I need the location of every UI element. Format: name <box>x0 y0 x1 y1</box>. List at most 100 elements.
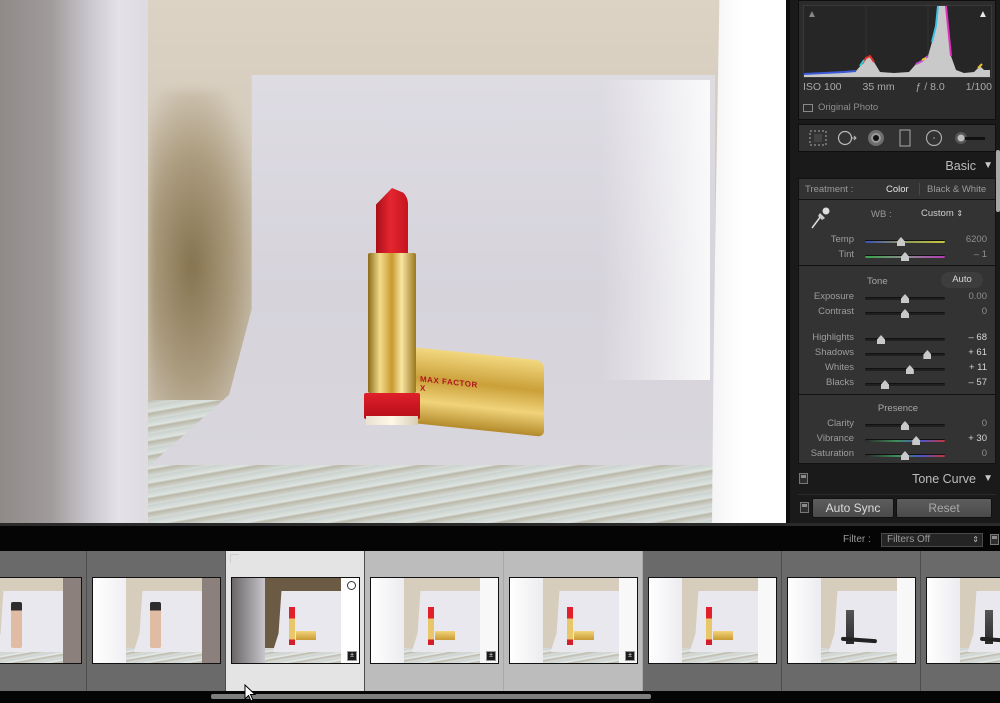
filmstrip-thumbnail[interactable] <box>648 577 777 664</box>
slider-value[interactable]: + 30 <box>968 433 987 444</box>
wb-select[interactable]: Custom ⇕ <box>921 208 963 219</box>
contrast-slider[interactable] <box>865 309 945 318</box>
thumb-lipstick-cap <box>434 630 455 640</box>
saturation-slider[interactable] <box>865 451 945 460</box>
thumb-paper <box>411 590 486 652</box>
filmstrip-thumbnail[interactable] <box>926 577 1000 664</box>
slider-value[interactable]: + 11 <box>969 362 987 373</box>
treatment-color-option[interactable]: Color <box>886 184 909 195</box>
radial-filter-icon[interactable] <box>924 128 944 148</box>
shadows-slider[interactable] <box>865 350 945 359</box>
original-photo-toggle[interactable]: Original Photo <box>803 102 878 113</box>
auto-tone-button[interactable]: Auto <box>941 272 983 288</box>
filmstrip-thumbnail[interactable] <box>0 577 82 664</box>
histogram-curve <box>804 6 990 77</box>
filmstrip-cell[interactable] <box>782 551 921 691</box>
rotate-circle-icon[interactable] <box>347 581 356 590</box>
slider-row-vibrance: Vibrance + 30 <box>799 433 997 447</box>
adjustment-brush-icon[interactable] <box>953 128 987 148</box>
tone-curve-toggle[interactable] <box>799 473 808 484</box>
basic-panel-header[interactable]: Basic ▼ <box>798 155 996 177</box>
lipstick-tube <box>368 253 416 393</box>
thumb-left-board <box>927 578 961 663</box>
slider-thumb[interactable] <box>897 237 905 246</box>
develop-panel: ▲ ▲ ISO 100 35 mm ƒ / 8.0 1/100 Original… <box>786 0 1000 523</box>
filter-select[interactable]: Filters Off ⇕ <box>881 533 983 547</box>
filmstrip-cell[interactable]: ± <box>504 551 643 691</box>
filmstrip-cell[interactable] <box>643 551 782 691</box>
slider-thumb[interactable] <box>881 380 889 389</box>
filmstrip-cell[interactable] <box>921 551 1000 691</box>
filmstrip-thumbnail[interactable] <box>787 577 916 664</box>
slider-thumb[interactable] <box>901 252 909 261</box>
panel-scrollbar[interactable] <box>996 150 1000 212</box>
slider-thumb[interactable] <box>901 294 909 303</box>
filmstrip-thumbnail[interactable]: ± <box>231 577 360 664</box>
thumb-foundation-bottle <box>150 601 162 648</box>
tone-curve-panel-header[interactable]: Tone Curve ▼ <box>798 468 996 490</box>
auto-sync-toggle[interactable] <box>800 502 809 513</box>
slider-thumb[interactable] <box>877 335 885 344</box>
filmstrip-cell[interactable]: ± <box>365 551 504 691</box>
spot-removal-icon[interactable] <box>837 128 857 148</box>
red-eye-icon[interactable] <box>866 128 886 148</box>
filmstrip-cell[interactable] <box>0 551 87 691</box>
original-photo-checkbox[interactable] <box>803 103 813 112</box>
slider-value[interactable]: – 68 <box>969 332 988 343</box>
slider-value[interactable]: – 57 <box>969 377 988 388</box>
slider-value[interactable]: 0 <box>982 418 987 429</box>
graduated-filter-icon[interactable] <box>895 128 915 148</box>
slider-row-saturation: Saturation 0 <box>799 448 997 462</box>
thumb-paper <box>828 590 903 652</box>
filmstrip-scroll-thumb[interactable] <box>211 694 651 699</box>
auto-sync-button[interactable]: Auto Sync <box>812 498 894 518</box>
slider-label: Whites <box>824 362 854 373</box>
clarity-slider[interactable] <box>865 421 945 430</box>
whites-slider[interactable] <box>865 365 945 374</box>
thumb-left-board <box>93 578 127 663</box>
treatment-bw-option[interactable]: Black & White <box>927 184 986 195</box>
photo-viewport[interactable]: MAX FACTOR X <box>0 0 786 523</box>
filmstrip-thumbnail[interactable] <box>92 577 221 664</box>
slider-row-shadows: Shadows + 61 <box>799 347 997 361</box>
slider-thumb[interactable] <box>905 365 914 374</box>
vibrance-slider[interactable] <box>865 436 945 445</box>
slider-value[interactable]: + 61 <box>968 347 987 358</box>
thumb-lipstick <box>567 606 574 645</box>
slider-value[interactable]: 0 <box>982 448 987 459</box>
blacks-slider[interactable] <box>865 380 945 389</box>
filmstrip-thumbnail[interactable]: ± <box>370 577 499 664</box>
slider-value[interactable]: – 1 <box>974 249 987 260</box>
slider-label: Saturation <box>810 448 854 459</box>
thumb-lipstick-cap <box>573 630 594 640</box>
crop-overlay-icon[interactable] <box>808 128 828 148</box>
temp-slider[interactable] <box>865 237 945 246</box>
collapse-triangle-icon[interactable]: ▼ <box>983 155 993 177</box>
thumb-left-board <box>232 578 266 663</box>
slider-thumb[interactable] <box>901 421 909 430</box>
filter-lock-toggle[interactable] <box>990 534 999 545</box>
filmstrip-cell[interactable] <box>87 551 226 691</box>
histogram-graph[interactable]: ▲ ▲ <box>803 5 992 78</box>
slider-thumb[interactable] <box>923 350 932 359</box>
reset-button[interactable]: Reset <box>896 498 992 518</box>
wb-eyedropper-icon[interactable] <box>809 206 831 235</box>
slider-thumb[interactable] <box>901 309 909 318</box>
collapse-triangle-icon[interactable]: ▼ <box>983 468 993 490</box>
shadow-clipping-icon[interactable]: ▲ <box>806 9 818 20</box>
slider-value[interactable]: 6200 <box>966 234 987 245</box>
filmstrip-cell[interactable]: ± <box>226 551 365 691</box>
filmstrip-thumbnail[interactable]: ± <box>509 577 638 664</box>
highlights-slider[interactable] <box>865 335 945 344</box>
flag-icon[interactable] <box>230 554 239 563</box>
exposure-slider[interactable] <box>865 294 945 303</box>
highlight-clipping-icon[interactable]: ▲ <box>977 9 989 20</box>
slider-value[interactable]: 0.00 <box>969 291 988 302</box>
thumb-left-board <box>510 578 544 663</box>
slider-thumb[interactable] <box>901 451 909 460</box>
filmstrip-scrollbar[interactable] <box>0 691 1000 703</box>
slider-thumb[interactable] <box>912 436 921 445</box>
tint-slider[interactable] <box>865 252 945 261</box>
slider-value[interactable]: 0 <box>982 306 987 317</box>
slider-label: Shadows <box>814 347 854 358</box>
